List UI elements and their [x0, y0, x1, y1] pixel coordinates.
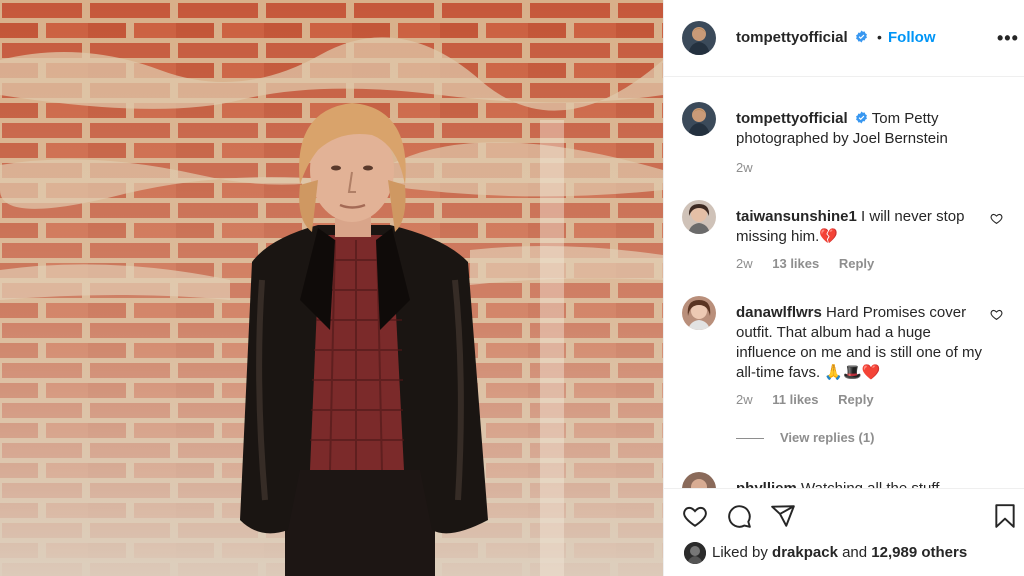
comment-text: Watching all the stuff: [801, 480, 939, 488]
share-icon[interactable]: [770, 503, 796, 529]
commenter-avatar[interactable]: [682, 472, 716, 488]
likes-summary: Liked by drakpack and 12,989 others: [712, 544, 967, 561]
comment-text-block: taiwansunshine1 I will never stop missin…: [736, 207, 986, 247]
comment-text-block: danawlflwrs Hard Promises cover outfit. …: [736, 303, 986, 383]
view-replies-label: View replies (1): [780, 430, 875, 445]
commenter-avatar[interactable]: [682, 200, 716, 234]
liked-by-prefix: Liked by: [712, 544, 768, 561]
view-replies-button[interactable]: View replies (1): [736, 430, 874, 445]
author-username: tompettyofficial: [736, 29, 848, 46]
comment-icon[interactable]: [726, 503, 752, 529]
follow-button[interactable]: Follow: [888, 29, 936, 46]
comment-time[interactable]: 2w: [736, 392, 753, 407]
comments-list[interactable]: tompettyofficial Tom Petty photographed …: [664, 78, 1024, 488]
header-separator-dot: •: [877, 29, 882, 45]
commenter-avatar[interactable]: [682, 296, 716, 330]
caption-author-avatar[interactable]: [682, 102, 716, 136]
liked-by-avatar[interactable]: [684, 542, 706, 564]
likes-count[interactable]: 12,989 others: [871, 544, 967, 561]
comment-username[interactable]: taiwansunshine1: [736, 208, 857, 225]
verified-badge-icon: [855, 111, 867, 124]
post-actions-bar: Liked by drakpack and 12,989 others: [664, 488, 1024, 576]
post-side-panel: tompettyofficial • Follow ••• tompettyof…: [663, 0, 1024, 576]
caption-time[interactable]: 2w: [736, 160, 753, 175]
photo-illustration: [0, 0, 663, 576]
liked-by-user[interactable]: drakpack: [772, 544, 838, 561]
heart-icon[interactable]: [990, 308, 1003, 321]
comment-likes[interactable]: 11 likes: [772, 392, 818, 407]
comment-username[interactable]: danawlflwrs: [736, 304, 822, 321]
comment-username[interactable]: phylliem: [736, 480, 797, 488]
comment-time[interactable]: 2w: [736, 256, 753, 271]
liked-by-avatar-image: [684, 542, 706, 564]
post-header: tompettyofficial • Follow •••: [664, 0, 1024, 77]
verified-badge-icon: [855, 30, 867, 43]
replies-divider-line: [736, 438, 764, 440]
comment-meta: 2w 11 likes Reply: [736, 392, 890, 407]
commenter-avatar-image: [682, 200, 716, 234]
author-avatar[interactable]: [682, 21, 716, 55]
bookmark-icon[interactable]: [992, 503, 1018, 529]
heart-icon[interactable]: [990, 212, 1003, 225]
caption-username[interactable]: tompettyofficial: [736, 110, 848, 127]
reply-button[interactable]: Reply: [839, 256, 874, 271]
comment-likes[interactable]: 13 likes: [772, 256, 819, 271]
comment-meta: 2w 13 likes Reply: [736, 256, 890, 271]
more-options-icon[interactable]: •••: [997, 28, 1019, 49]
liked-by-conj: and: [842, 544, 868, 561]
caption-avatar-image: [682, 102, 716, 136]
author-avatar-image: [682, 21, 716, 55]
comment-text-block: phylliem Watching all the stuff: [736, 479, 986, 488]
post-photo[interactable]: [0, 0, 663, 576]
caption-meta: 2w: [736, 160, 769, 175]
reply-button[interactable]: Reply: [838, 392, 873, 407]
heart-icon[interactable]: [682, 503, 708, 529]
caption-text-block: tompettyofficial Tom Petty photographed …: [736, 109, 986, 149]
commenter-avatar-image: [682, 296, 716, 330]
commenter-avatar-image: [682, 472, 716, 488]
author-username-link[interactable]: tompettyofficial: [736, 29, 868, 46]
